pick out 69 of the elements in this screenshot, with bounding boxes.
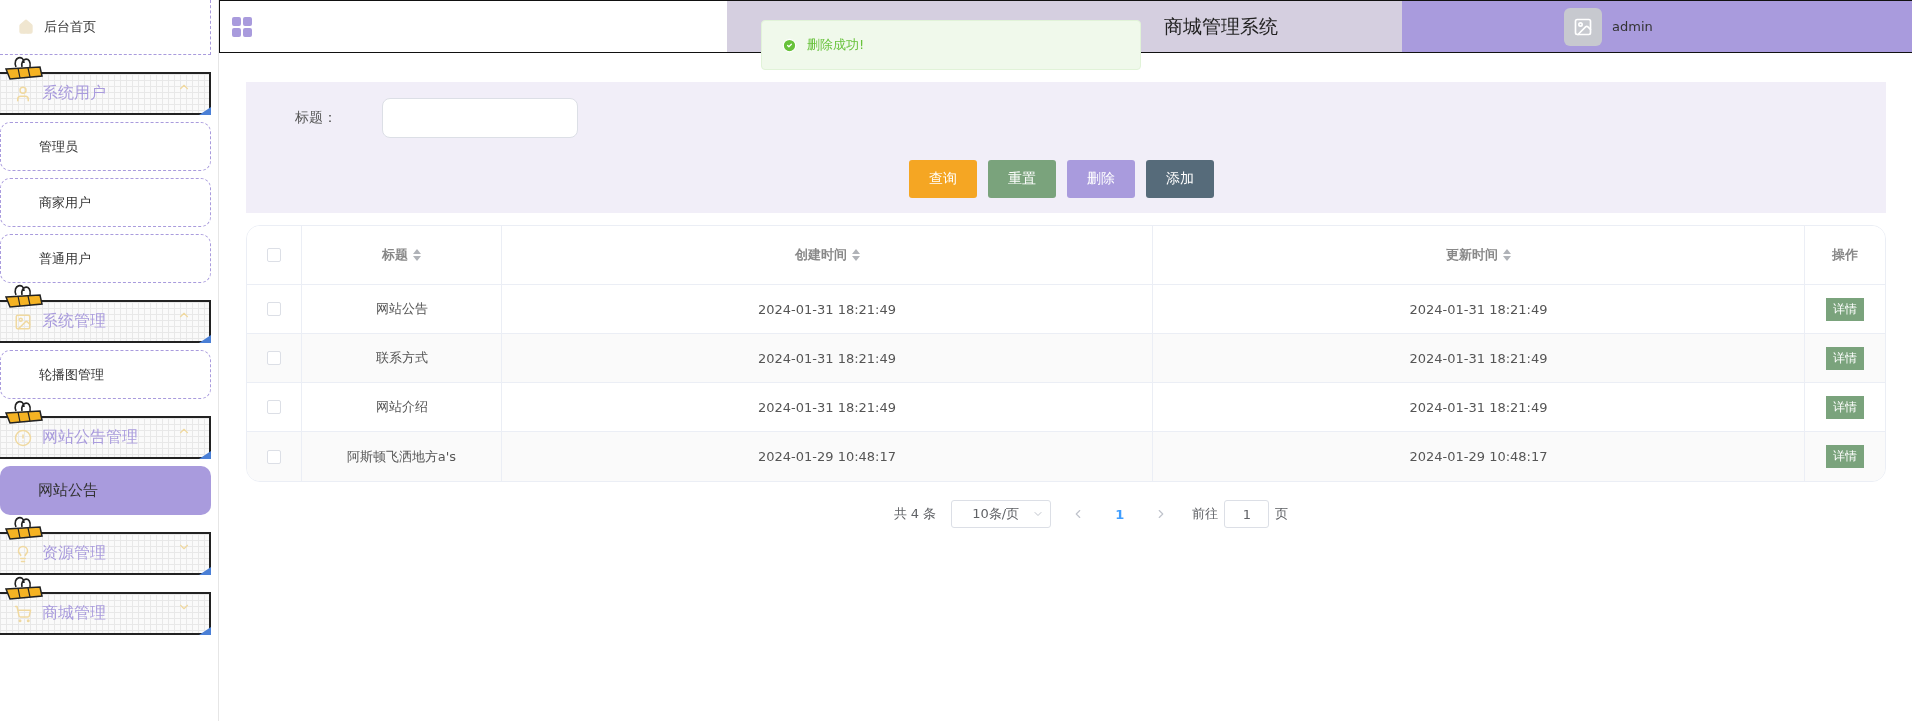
page-size-select[interactable]: 10条/页 xyxy=(951,500,1052,528)
home-icon xyxy=(18,19,34,35)
delete-button[interactable]: 删除 xyxy=(1067,160,1135,198)
table-cell: 2024-01-31 18:21:49 xyxy=(1409,301,1548,317)
table-cell: 联系方式 xyxy=(375,349,428,367)
detail-button[interactable]: 详情 xyxy=(1826,297,1864,321)
total-count: 共 4 条 xyxy=(893,505,937,523)
search-button[interactable]: 查询 xyxy=(909,160,977,198)
row-checkbox[interactable] xyxy=(267,449,281,464)
detail-button[interactable]: 详情 xyxy=(1826,395,1864,419)
sort-icon[interactable] xyxy=(1503,249,1511,261)
group-icon xyxy=(14,312,32,331)
select-all-checkbox[interactable] xyxy=(267,248,281,262)
menu-group[interactable]: 网站公告管理 xyxy=(0,416,211,459)
menu-group[interactable]: 系统管理 xyxy=(0,300,211,343)
table-cell: 网站介绍 xyxy=(375,398,428,416)
binder-clip-icon xyxy=(4,283,44,309)
row-checkbox[interactable] xyxy=(267,351,281,365)
table-cell: 2024-01-31 18:21:49 xyxy=(1409,350,1548,366)
group-icon xyxy=(14,428,32,447)
page-suffix: 页 xyxy=(1275,505,1289,523)
detail-button[interactable]: 详情 xyxy=(1826,346,1864,370)
home-menu-item[interactable]: 后台首页 xyxy=(0,0,211,55)
row-checkbox[interactable] xyxy=(267,302,281,316)
menu-group[interactable]: 商城管理 xyxy=(0,592,211,635)
column-header: 操作 xyxy=(1832,246,1858,264)
menu-item[interactable]: 管理员 xyxy=(0,122,211,171)
goto-label: 前往 xyxy=(1192,505,1219,523)
table-cell: 2024-01-31 18:21:49 xyxy=(757,301,897,317)
menu-item[interactable]: 商家用户 xyxy=(0,178,211,227)
corner-fold-icon xyxy=(199,627,211,635)
page-number[interactable]: 1 xyxy=(1115,506,1125,522)
table-cell: 2024-01-29 10:48:17 xyxy=(1409,449,1548,464)
menu-group[interactable]: 资源管理 xyxy=(0,532,211,575)
row-checkbox[interactable] xyxy=(267,400,281,414)
column-header: 创建时间 xyxy=(794,246,847,264)
binder-clip-icon xyxy=(4,55,44,81)
check-icon xyxy=(782,37,797,53)
table-cell: 2024-01-31 18:21:49 xyxy=(757,399,897,415)
toast-message: 删除成功! xyxy=(807,36,865,54)
corner-fold-icon xyxy=(199,567,211,575)
sort-icon[interactable] xyxy=(413,249,421,261)
table-cell: 2024-01-31 18:21:49 xyxy=(1409,399,1548,415)
menu-item[interactable]: 轮播图管理 xyxy=(0,350,211,399)
add-button[interactable]: 添加 xyxy=(1146,160,1214,198)
reset-button[interactable]: 重置 xyxy=(988,160,1056,198)
binder-clip-icon xyxy=(4,399,44,425)
column-header: 更新时间 xyxy=(1446,246,1498,264)
avatar-icon[interactable] xyxy=(1564,7,1602,46)
column-header: 标题 xyxy=(382,246,408,264)
group-icon xyxy=(14,604,32,623)
menu-icon[interactable] xyxy=(230,14,254,39)
menu-group[interactable]: 系统用户 xyxy=(0,72,211,115)
menu-item[interactable]: 网站公告 xyxy=(0,466,211,515)
table-cell: 网站公告 xyxy=(375,300,428,318)
table-cell: 阿斯顿飞洒地方a's xyxy=(346,447,457,466)
title-input[interactable] xyxy=(382,98,578,138)
field-label: 标题： xyxy=(295,109,337,127)
table-cell: 2024-01-29 10:48:17 xyxy=(757,449,897,464)
system-title: 商城管理系统 xyxy=(1164,13,1278,39)
sort-icon[interactable] xyxy=(851,249,860,261)
goto-page-input[interactable]: 1 xyxy=(1224,500,1270,528)
table-cell: 2024-01-31 18:21:49 xyxy=(757,350,897,366)
binder-clip-icon xyxy=(4,515,44,541)
detail-button[interactable]: 详情 xyxy=(1826,445,1864,468)
group-icon xyxy=(14,84,32,103)
binder-clip-icon xyxy=(4,575,44,601)
username: admin xyxy=(1612,19,1653,34)
menu-item[interactable]: 普通用户 xyxy=(0,234,211,283)
